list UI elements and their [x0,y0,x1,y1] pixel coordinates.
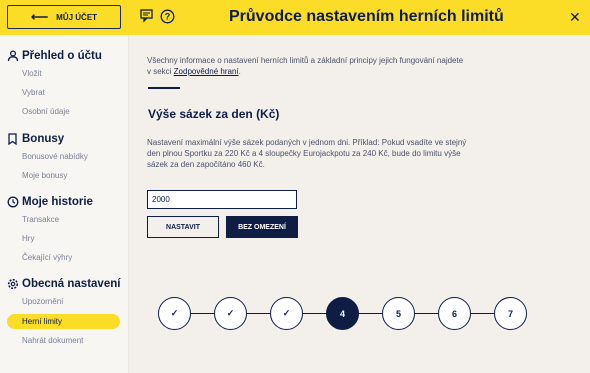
arrow-left-icon: ⟵ [30,10,49,24]
sidebar-item-upload-document[interactable]: Nahrát dokument [22,336,83,345]
step-1-completed[interactable]: ✓ [158,297,191,330]
sidebar-item-my-bonuses[interactable]: Moje bonusy [22,171,67,180]
back-to-account-button[interactable]: ⟵ MŮJ ÚČET [7,5,121,29]
help-icon[interactable]: ? [159,8,175,24]
sidebar-section-settings[interactable]: Obecná nastavení [7,277,120,290]
step-connector [471,313,494,314]
sidebar-item-withdraw[interactable]: Vybrat [22,88,45,97]
daily-limit-input[interactable] [147,190,297,209]
sidebar-section-history[interactable]: Moje historie [7,195,93,208]
close-icon[interactable]: ✕ [569,9,581,25]
sidebar-item-game-limits[interactable]: Herní limity [7,314,120,329]
step-connector [359,313,382,314]
sidebar-section-bonuses[interactable]: Bonusy [7,132,64,145]
step-connector [247,313,270,314]
back-button-label: MŮJ ÚČET [56,12,98,22]
sidebar-item-pending-wins[interactable]: Čekající výhry [22,253,72,262]
sidebar-section-account[interactable]: Přehled o účtu [7,49,102,62]
divider [148,87,180,89]
sidebar-item-bonus-offers[interactable]: Bonusové nabídky [22,152,88,161]
section-heading: Výše sázek za den (Kč) [148,107,280,121]
history-icon [7,195,20,208]
step-6[interactable]: 6 [438,297,471,330]
page-title: Průvodce nastavením herních limitů [229,8,504,25]
step-connector [303,313,326,314]
sidebar-item-deposit[interactable]: Vložit [22,69,42,78]
sidebar: Přehled o účtu Vložit Vybrat Osobní údaj… [0,35,129,373]
step-connector [415,313,438,314]
intro-text: Všechny informace o nastavení herních li… [147,56,464,76]
limit-description: Nastavení maximální výše sázek podaných … [147,138,467,169]
responsible-gaming-link[interactable]: Zodpovědné hraní [174,67,239,76]
sidebar-item-transactions[interactable]: Transakce [22,215,59,224]
step-4-current[interactable]: 4 [326,297,359,330]
step-3-completed[interactable]: ✓ [270,297,303,330]
top-bar: ⟵ MŮJ ÚČET ? Průvodce nastavením herních… [0,0,590,35]
sidebar-item-games[interactable]: Hry [22,234,34,243]
sidebar-item-personal[interactable]: Osobní údaje [22,107,70,116]
no-limit-button[interactable]: BEZ OMEZENÍ [226,216,298,238]
svg-text:?: ? [164,11,170,21]
sidebar-item-notifications[interactable]: Upozornění [22,297,63,306]
main-content: Všechny informace o nastavení herních li… [130,35,590,373]
bookmark-icon [7,132,20,145]
step-2-completed[interactable]: ✓ [214,297,247,330]
set-button[interactable]: NASTAVIT [147,216,219,238]
step-5[interactable]: 5 [382,297,415,330]
toolbar-icons: ? [139,8,175,24]
chat-icon[interactable] [139,8,155,24]
gear-icon [7,277,20,290]
step-connector [191,313,214,314]
step-7[interactable]: 7 [494,297,527,330]
user-icon [7,49,20,62]
